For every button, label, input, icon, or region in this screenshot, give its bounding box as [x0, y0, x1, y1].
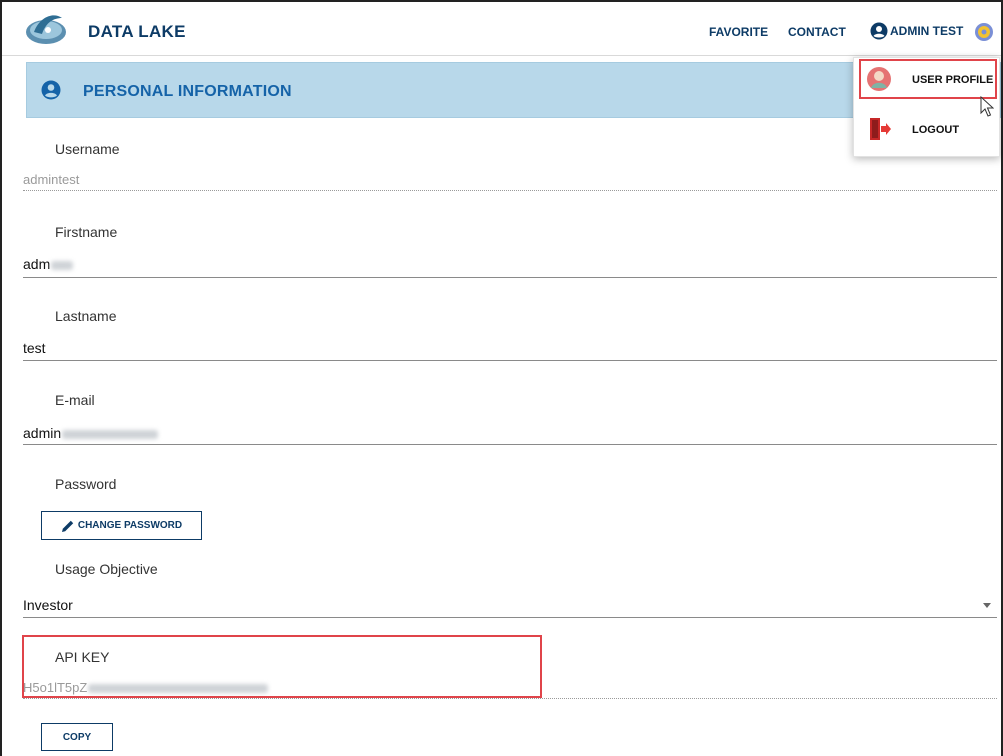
- account-circle-icon: [41, 80, 61, 100]
- email-label: E-mail: [55, 392, 95, 408]
- change-password-label: CHANGE PASSWORD: [77, 520, 183, 531]
- gear-badge-icon[interactable]: [974, 22, 994, 42]
- usage-objective-underline: [23, 617, 997, 618]
- usage-objective-label: Usage Objective: [55, 561, 158, 577]
- email-underline: [23, 444, 997, 445]
- redaction-blur: [51, 260, 74, 270]
- nav-favorite-link[interactable]: FAVORITE: [709, 25, 768, 39]
- top-navigation-bar: DATA LAKE FAVORITE CONTACT ADMIN TEST: [2, 2, 1001, 56]
- username-underline: [23, 190, 997, 191]
- api-key-highlight: [22, 635, 542, 698]
- lastname-field[interactable]: test: [23, 340, 46, 356]
- menu-item-logout[interactable]: LOGOUT: [854, 110, 1001, 152]
- brand-title[interactable]: DATA LAKE: [88, 22, 186, 42]
- firstname-field[interactable]: adm: [23, 256, 74, 272]
- account-circle-icon: [870, 22, 888, 40]
- chevron-down-icon[interactable]: [983, 603, 991, 608]
- change-password-button[interactable]: CHANGE PASSWORD: [41, 511, 202, 540]
- user-name-label: ADMIN TEST: [890, 24, 964, 38]
- user-menu-toggle[interactable]: ADMIN TEST: [870, 22, 963, 40]
- api-key-underline: [23, 698, 997, 699]
- username-value: admintest: [23, 172, 80, 187]
- email-field[interactable]: admin: [23, 425, 159, 441]
- lastname-underline: [23, 360, 997, 361]
- data-lake-logo-icon: [26, 15, 66, 44]
- logout-label: LOGOUT: [912, 124, 960, 136]
- door-exit-icon: [870, 118, 891, 140]
- username-label: Username: [55, 141, 120, 157]
- password-label: Password: [55, 476, 117, 492]
- copy-api-key-button[interactable]: COPY: [41, 723, 113, 751]
- user-profile-highlight: [859, 59, 997, 99]
- mouse-pointer-icon: [980, 96, 994, 117]
- lastname-label: Lastname: [55, 308, 117, 324]
- usage-objective-select[interactable]: Investor: [23, 597, 73, 613]
- firstname-underline: [23, 277, 997, 278]
- email-value: admin: [23, 425, 62, 441]
- firstname-label: Firstname: [55, 224, 118, 240]
- redaction-blur: [62, 429, 159, 439]
- nav-contact-link[interactable]: CONTACT: [788, 25, 846, 39]
- pencil-icon: [61, 520, 74, 532]
- section-title: PERSONAL INFORMATION: [83, 83, 292, 100]
- firstname-value: adm: [23, 256, 51, 272]
